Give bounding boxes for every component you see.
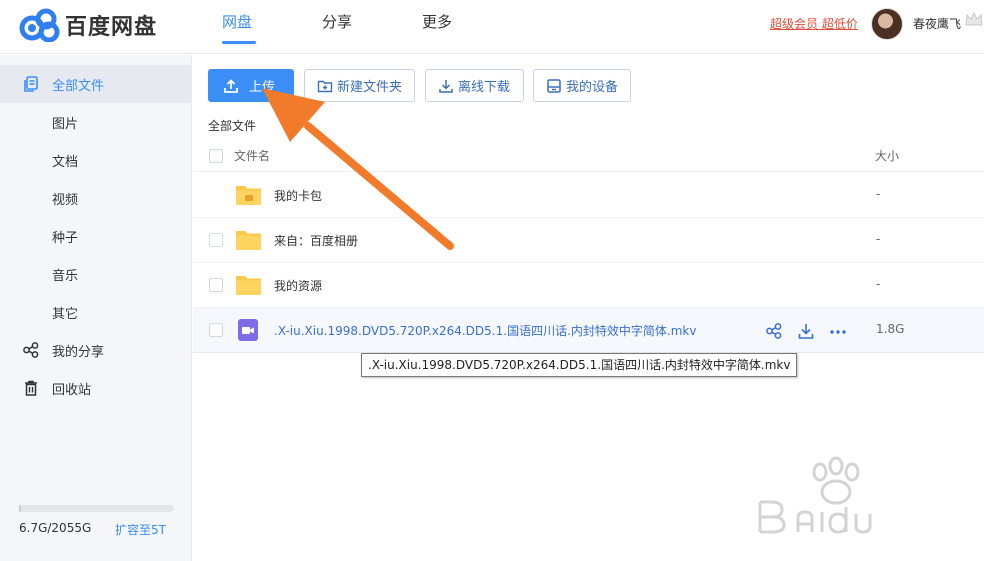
file-name[interactable]: 我的卡包 <box>274 187 322 204</box>
filename-tooltip: .X-iu.Xiu.1998.DVD5.720P.x264.DD5.1.国语四川… <box>361 353 798 377</box>
upload-button[interactable]: 上传 <box>208 69 294 102</box>
sidebar-item-images[interactable]: 图片 <box>0 103 192 141</box>
baidu-jingyan-watermark-icon <box>758 456 872 534</box>
sidebar-item-videos[interactable]: 视频 <box>0 179 192 217</box>
offline-download-button[interactable]: 离线下载 <box>425 69 524 102</box>
sidebar-item-label: 其它 <box>52 306 79 322</box>
upload-button-label: 上传 <box>249 80 276 95</box>
sidebar-item-label: 种子 <box>52 230 79 246</box>
storage-quota-text: 6.7G/2055G <box>19 521 92 535</box>
download-icon <box>439 79 453 93</box>
offline-download-label: 离线下载 <box>458 80 511 95</box>
sidebar-item-all-files[interactable]: 全部文件 <box>0 65 192 103</box>
sidebar-item-label: 视频 <box>52 192 79 208</box>
file-size: - <box>876 187 881 201</box>
column-header-size[interactable]: 大小 <box>875 147 899 164</box>
username[interactable]: 春夜鹰飞 <box>913 15 961 32</box>
my-devices-button[interactable]: 我的设备 <box>533 69 631 102</box>
table-row[interactable]: 我的卡包 - <box>193 173 984 218</box>
sidebar-item-music[interactable]: 音乐 <box>0 255 192 293</box>
sidebar-item-label: 音乐 <box>52 268 79 284</box>
sidebar-item-torrents[interactable]: 种子 <box>0 217 192 255</box>
share-icon <box>23 342 39 358</box>
breadcrumb[interactable]: 全部文件 <box>208 117 256 134</box>
storage-quota-fill <box>19 505 22 512</box>
all-files-icon <box>24 76 38 92</box>
vip-promo-link[interactable]: 超级会员 超低价 <box>770 15 858 32</box>
sidebar-item-recycle-bin[interactable]: 回收站 <box>0 369 192 407</box>
avatar[interactable] <box>871 8 903 40</box>
table-row[interactable]: .X-iu.Xiu.1998.DVD5.720P.x264.DD5.1.国语四川… <box>193 308 984 353</box>
cloud-logo-icon <box>19 8 60 42</box>
file-name[interactable]: 我的资源 <box>274 277 322 294</box>
select-all-checkbox[interactable] <box>209 149 223 163</box>
sidebar-item-documents[interactable]: 文档 <box>0 141 192 179</box>
storage-quota-bar <box>19 505 174 512</box>
file-size: 1.8G <box>876 322 905 336</box>
sidebar: 全部文件 图片 文档 视频 种子 音乐 其它 我的分享 回收站 6.7G/205… <box>0 55 192 561</box>
trash-icon <box>25 380 37 396</box>
row-checkbox[interactable] <box>209 233 223 247</box>
my-devices-label: 我的设备 <box>566 80 619 95</box>
file-name[interactable]: 来自：百度相册 <box>274 232 358 249</box>
row-actions <box>765 322 861 340</box>
nav-more[interactable]: 更多 <box>420 0 520 54</box>
row-checkbox[interactable] <box>209 278 223 292</box>
share-icon[interactable] <box>765 322 783 340</box>
table-row[interactable]: 我的资源 - <box>193 263 984 308</box>
file-name[interactable]: .X-iu.Xiu.1998.DVD5.720P.x264.DD5.1.国语四川… <box>274 322 696 339</box>
new-folder-button[interactable]: 新建文件夹 <box>304 69 415 102</box>
upload-icon <box>224 78 238 93</box>
sidebar-item-other[interactable]: 其它 <box>0 293 192 331</box>
new-folder-label: 新建文件夹 <box>337 80 403 95</box>
sidebar-item-label: 文档 <box>52 154 79 170</box>
video-file-icon <box>238 319 258 341</box>
top-bar: 百度网盘 网盘 分享 更多 超级会员 超低价 春夜鹰飞 <box>0 0 984 54</box>
card-folder-icon <box>236 186 261 205</box>
folder-icon <box>236 231 261 250</box>
nav-netdisk[interactable]: 网盘 <box>220 0 320 54</box>
file-list-header: 文件名 大小 <box>193 138 984 172</box>
nav-share[interactable]: 分享 <box>320 0 420 54</box>
sidebar-item-label: 我的分享 <box>52 344 105 360</box>
file-size: - <box>876 277 881 291</box>
file-size: - <box>876 232 881 246</box>
folder-icon <box>236 276 261 295</box>
row-checkbox[interactable] <box>209 323 223 337</box>
table-row[interactable]: 来自：百度相册 - <box>193 218 984 263</box>
device-icon <box>547 78 561 93</box>
sidebar-item-label: 全部文件 <box>52 78 105 94</box>
logo-text: 百度网盘 <box>65 15 158 40</box>
expand-storage-link[interactable]: 扩容至5T <box>115 521 166 538</box>
crown-icon <box>965 11 983 26</box>
new-folder-icon <box>317 80 333 92</box>
baidu-netdisk-logo[interactable]: 百度网盘 <box>18 8 168 42</box>
more-icon[interactable] <box>829 322 847 340</box>
sidebar-item-label: 回收站 <box>52 382 92 398</box>
sidebar-item-my-shares[interactable]: 我的分享 <box>0 331 192 369</box>
download-icon[interactable] <box>797 322 815 340</box>
sidebar-item-label: 图片 <box>52 116 79 132</box>
main-nav: 网盘 分享 更多 <box>220 0 520 54</box>
column-header-name[interactable]: 文件名 <box>234 147 270 164</box>
